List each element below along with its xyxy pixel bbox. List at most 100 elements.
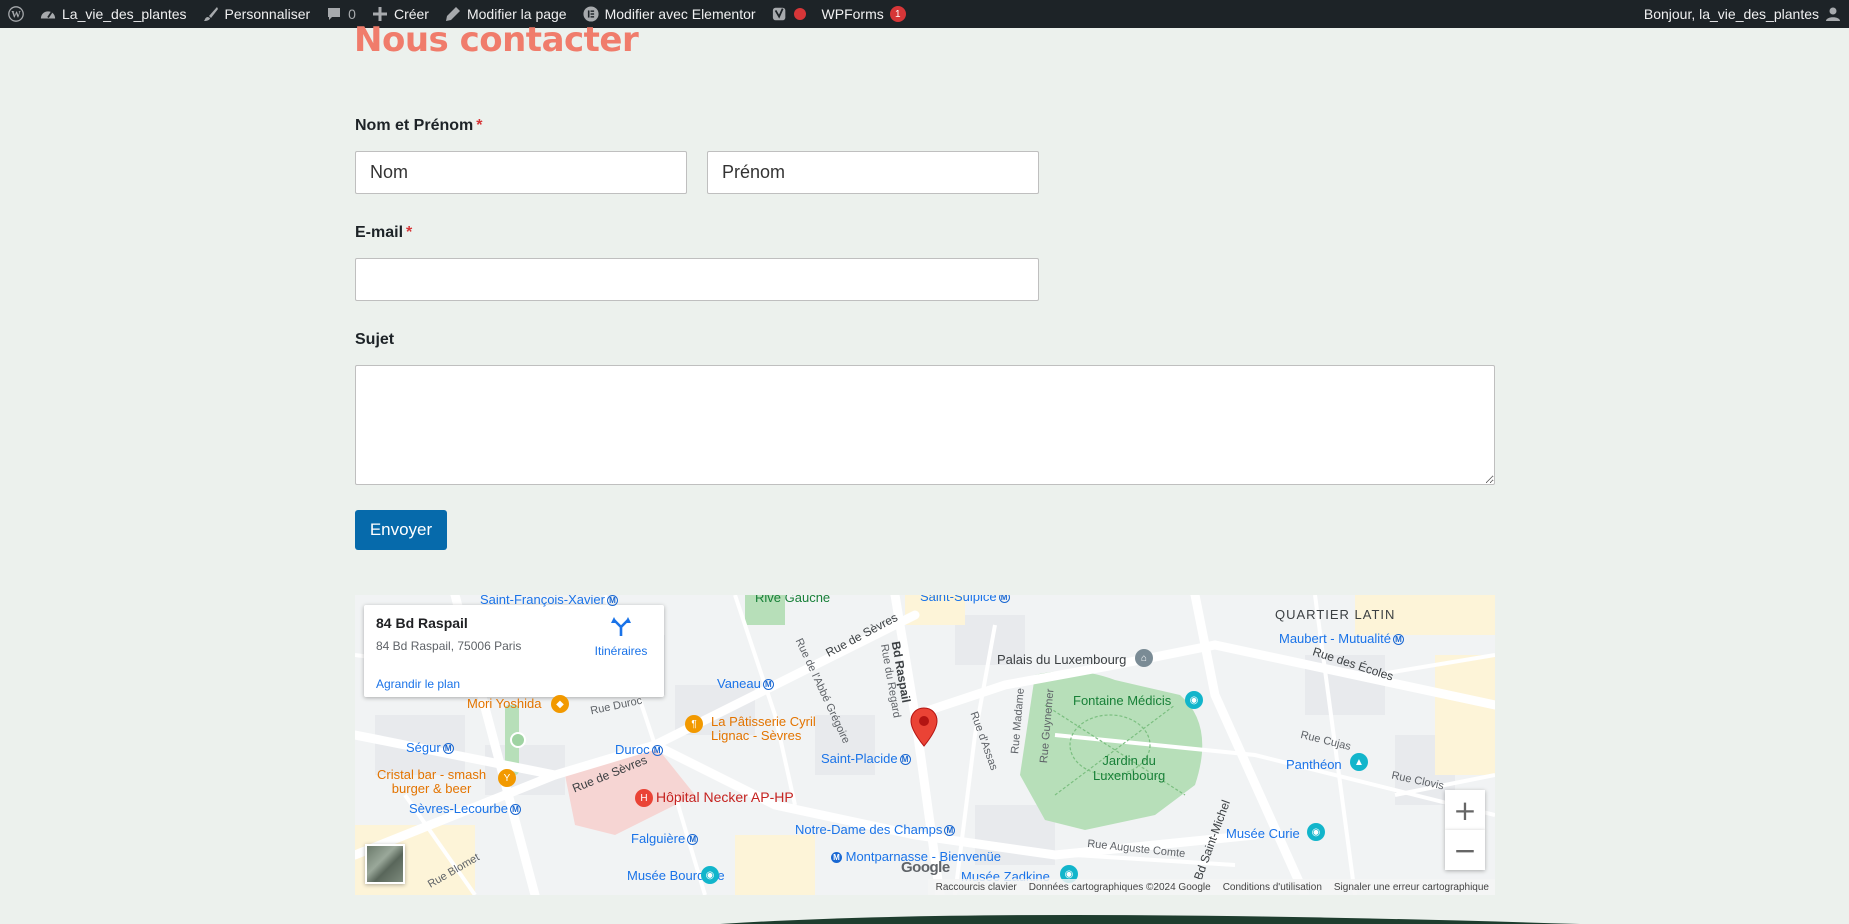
map-label-jardin-luxembourg: Jardin du Luxembourg xyxy=(1093,753,1165,783)
report-error-link[interactable]: Signaler une erreur cartographique xyxy=(1334,882,1489,893)
bakery-icon: ◆ xyxy=(551,695,569,713)
directions-icon xyxy=(610,617,632,641)
map-label-quartier-latin: QUARTIER LATIN xyxy=(1275,607,1396,622)
map-label-rive-gauche: Rive Gauche xyxy=(755,595,831,605)
map-label-vaneau: Vaneau M xyxy=(717,676,774,691)
map-label-patisserie: La Pâtisserie Cyril Lignac - Sèvres xyxy=(711,715,816,743)
google-logo: Google xyxy=(901,859,950,876)
map-label-text: Duroc xyxy=(615,742,650,757)
seo-status-dot-icon xyxy=(793,8,806,20)
map-label-duroc: Duroc M xyxy=(615,742,663,757)
map-label-text: Jardin du xyxy=(1102,753,1156,768)
metro-icon: M xyxy=(998,595,1010,604)
map-label-saint-sulpice: Saint-Sulpice M xyxy=(920,595,1010,604)
directions-button[interactable]: Itinéraires xyxy=(588,615,654,658)
google-map[interactable]: 84 Bd Raspail 84 Bd Raspail, 75006 Paris… xyxy=(355,595,1495,895)
map-label-text: Falguière xyxy=(631,831,686,846)
customize-label: Personnaliser xyxy=(224,6,311,22)
dashboard-icon xyxy=(40,6,56,22)
map-label-text: Hôpital Necker AP-HP xyxy=(656,789,794,805)
hospital-icon: H xyxy=(635,789,653,808)
map-label-text: Lignac - Sèvres xyxy=(711,728,802,743)
location-pin-icon[interactable] xyxy=(910,707,938,752)
museum-camera-icon: ◉ xyxy=(1307,823,1325,841)
metro-icon: M xyxy=(687,834,699,846)
map-label-text: Sèvres-Lecourbe xyxy=(409,801,508,816)
yoast-icon xyxy=(772,6,788,22)
map-label-saint-francois: Saint-François-Xavier M xyxy=(480,595,618,607)
map-label-text: La Pâtisserie Cyril xyxy=(711,714,816,729)
name-label-text: Nom et Prénom xyxy=(355,117,474,134)
my-account-button[interactable]: Bonjour, la_vie_des_plantes xyxy=(1636,0,1849,28)
map-label-text: Saint-François-Xavier xyxy=(480,595,605,607)
zoom-out-button[interactable]: − xyxy=(1445,830,1485,870)
enlarge-map-link[interactable]: Agrandir le plan xyxy=(376,677,460,691)
directions-label: Itinéraires xyxy=(594,644,648,658)
map-label-notre-dame-champs: Notre-Dame des Champs M xyxy=(795,822,956,837)
customize-button[interactable]: Personnaliser xyxy=(195,0,319,28)
map-label-text: Cristal bar - smash xyxy=(377,767,487,782)
map-label-text: Luxembourg xyxy=(1093,768,1166,783)
keyboard-shortcuts-link[interactable]: Raccourcis clavier xyxy=(936,882,1017,893)
metro-icon: M xyxy=(651,745,663,757)
first-name-input[interactable] xyxy=(355,151,687,194)
user-avatar-icon xyxy=(1825,6,1841,22)
metro-icon: M xyxy=(442,743,454,755)
subject-label-text: Sujet xyxy=(355,331,395,348)
google-logo-text: Google xyxy=(901,859,950,876)
museum-icon: ⌂ xyxy=(1135,649,1153,667)
map-data-credit: Données cartographiques ©2024 Google xyxy=(1028,881,1211,893)
metro-icon: M xyxy=(944,825,956,837)
restaurant-icon: ¶ xyxy=(685,715,703,733)
map-label-text: Saint-Placide xyxy=(821,751,898,766)
wordpress-logo-button[interactable]: W xyxy=(0,0,32,28)
monument-icon: ▲ xyxy=(1350,753,1368,771)
greeting-label: Bonjour, la_vie_des_plantes xyxy=(1643,6,1819,22)
metro-icon: M xyxy=(1393,634,1404,646)
site-name-label: La_vie_des_plantes xyxy=(62,6,187,22)
metro-icon: M xyxy=(762,679,774,691)
map-label-palais-luxembourg: Palais du Luxembourg xyxy=(997,652,1127,667)
map-label-hopital-necker: H Hôpital Necker AP-HP xyxy=(635,789,794,808)
map-label-text: Maubert - Mutualité xyxy=(1279,631,1391,646)
map-label-falguiere: Falguière M xyxy=(631,831,699,846)
zoom-in-button[interactable]: + xyxy=(1445,790,1485,830)
metro-icon: M xyxy=(899,754,911,766)
name-required-mark: * xyxy=(476,117,483,134)
metro-icon: M xyxy=(607,595,618,607)
subject-textarea[interactable] xyxy=(355,365,1495,485)
name-field-label: Nom et Prénom * xyxy=(355,117,482,135)
map-info-card: 84 Bd Raspail 84 Bd Raspail, 75006 Paris… xyxy=(364,605,664,697)
yoast-seo-button[interactable] xyxy=(764,0,814,28)
satellite-toggle-button[interactable] xyxy=(365,844,405,884)
admin-bar-right: Bonjour, la_vie_des_plantes xyxy=(1636,0,1849,28)
wpforms-button[interactable]: WPForms 1 xyxy=(814,0,914,28)
svg-text:W: W xyxy=(11,10,21,21)
last-name-input[interactable] xyxy=(707,151,1039,194)
map-label-pantheon: Panthéon xyxy=(1286,757,1342,772)
email-required-mark: * xyxy=(406,224,413,241)
map-label-text: burger & beer xyxy=(391,781,472,796)
place-title: 84 Bd Raspail xyxy=(376,615,468,631)
site-name-menu[interactable]: La_vie_des_plantes xyxy=(32,0,195,28)
wpforms-notification-badge: 1 xyxy=(889,6,906,22)
email-label-text: E-mail xyxy=(355,224,404,241)
map-label-saint-placide: Saint-Placide M xyxy=(821,751,911,766)
map-label-text: Ségur xyxy=(406,740,441,755)
place-address: 84 Bd Raspail, 75006 Paris xyxy=(376,639,522,653)
terms-link[interactable]: Conditions d'utilisation xyxy=(1223,882,1322,893)
map-label-text: Mori Yoshida xyxy=(467,696,542,711)
email-input[interactable] xyxy=(355,258,1039,301)
map-label-maubert: Maubert - Mutualité M xyxy=(1279,631,1404,646)
admin-bar: W La_vie_des_plantes Personnaliser 0 Cré… xyxy=(0,0,1849,28)
wordpress-icon: W xyxy=(8,6,24,22)
map-label-cristal-bar: Cristal bar - smash burger & beer xyxy=(377,768,486,796)
paintbrush-icon xyxy=(203,6,219,22)
map-label-text: Saint-Sulpice xyxy=(920,595,997,604)
metro-icon: M xyxy=(510,804,521,816)
email-field-label: E-mail * xyxy=(355,224,412,242)
submit-button[interactable]: Envoyer xyxy=(355,510,447,550)
metro-icon: M xyxy=(831,852,842,864)
map-label-text: Notre-Dame des Champs xyxy=(795,822,943,837)
page-title: Nous contacter xyxy=(354,20,639,60)
